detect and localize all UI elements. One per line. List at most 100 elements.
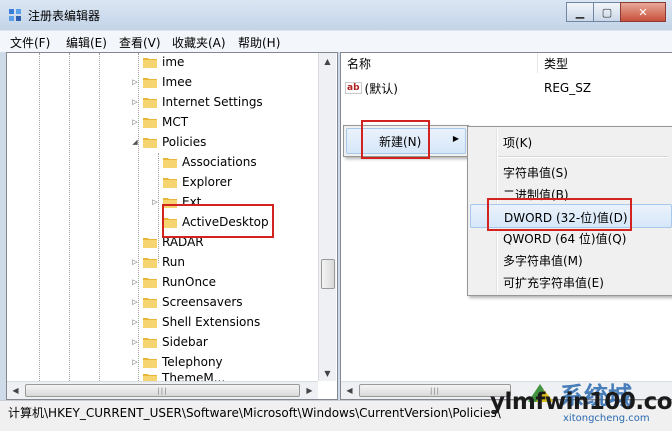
expand-arrow-icon[interactable]: ▷ — [131, 78, 139, 86]
submenu-item-label: 可扩充字符串值(E) — [503, 276, 604, 290]
tree-item-label: Shell Extensions — [162, 315, 261, 329]
window-controls: ▁ ▢ ✕ — [566, 2, 666, 22]
folder-icon — [143, 76, 157, 88]
submenu-item-key[interactable]: 项(K) — [470, 130, 670, 152]
expand-arrow-icon[interactable]: ▷ — [131, 98, 139, 106]
tree-item-associations[interactable]: Associations — [151, 152, 257, 172]
tree-item-label: Associations — [182, 155, 257, 169]
scroll-left-arrow-icon[interactable]: ◀ — [341, 382, 358, 398]
scroll-down-arrow-icon[interactable]: ▼ — [319, 365, 336, 381]
string-value-icon: ab — [345, 82, 362, 94]
folder-icon — [143, 236, 157, 248]
scroll-thumb[interactable] — [321, 259, 335, 289]
folder-icon — [163, 156, 177, 168]
tree-item-label: Sidebar — [162, 335, 208, 349]
tree-item-ime[interactable]: ime — [131, 52, 184, 72]
submenu-item-label: 多字符串值(M) — [503, 254, 583, 268]
folder-icon — [143, 56, 157, 68]
scroll-thumb[interactable]: ||| — [359, 384, 511, 397]
folder-icon — [143, 96, 157, 108]
tree-item-label: Telephony — [162, 355, 223, 369]
expand-arrow-icon[interactable]: ▷ — [131, 298, 139, 306]
menu-favorites[interactable]: 收藏夹(A) — [172, 34, 226, 51]
folder-icon — [143, 136, 157, 148]
value-name: (默认) — [364, 81, 398, 96]
tree-horizontal-scrollbar[interactable]: ◀ ||| ▶ — [7, 381, 318, 399]
maximize-button[interactable]: ▢ — [593, 2, 621, 22]
minimize-icon: ▁ — [575, 5, 585, 19]
column-header-type[interactable]: 类型 — [538, 53, 672, 73]
tree-item-label: Policies — [162, 135, 207, 149]
tree-guide-line — [69, 53, 70, 381]
tree-item-runonce[interactable]: ▷ RunOnce — [131, 272, 216, 292]
tree-item-label: ime — [162, 55, 185, 69]
title-bar: 注册表编辑器 ▁ ▢ ✕ — [0, 0, 672, 30]
annotation-box-dword — [487, 198, 632, 231]
watermark-text: ylmfwin100.com — [490, 389, 672, 415]
folder-icon — [143, 256, 157, 268]
folder-icon — [143, 356, 157, 368]
folder-icon — [143, 336, 157, 348]
folder-icon — [143, 116, 157, 128]
tree-item-explorer[interactable]: Explorer — [151, 172, 232, 192]
value-row-default[interactable]: ab (默认) — [345, 79, 398, 97]
scroll-up-arrow-icon[interactable]: ▲ — [319, 53, 336, 69]
tree-item-label: Internet Settings — [162, 95, 263, 109]
folder-icon — [143, 316, 157, 328]
tree-item-label: Run — [162, 255, 186, 269]
minimize-button[interactable]: ▁ — [566, 2, 594, 22]
expand-arrow-icon[interactable]: ▷ — [131, 318, 139, 326]
scroll-left-arrow-icon[interactable]: ◀ — [7, 382, 24, 398]
submenu-item-label: 项(K) — [503, 136, 533, 150]
menu-separator — [498, 156, 668, 158]
tree-item-screensavers[interactable]: ▷ Screensavers — [131, 292, 243, 312]
tree-vertical-scrollbar[interactable]: ▲ ▼ — [318, 53, 336, 381]
expand-arrow-icon[interactable]: ▷ — [151, 198, 159, 206]
menu-help[interactable]: 帮助(H) — [238, 34, 280, 51]
expand-arrow-icon[interactable]: ▷ — [131, 118, 139, 126]
tree-item-mct[interactable]: ▷ MCT — [131, 112, 188, 132]
column-name-label: 名称 — [347, 56, 372, 71]
tree-item-policies[interactable]: ◢ Policies — [131, 132, 206, 152]
tree-item-label: Screensavers — [162, 295, 243, 309]
expand-arrow-icon[interactable]: ▷ — [131, 358, 139, 366]
column-header-name[interactable]: 名称 — [341, 53, 538, 73]
menu-view[interactable]: 查看(V) — [119, 34, 161, 51]
window-title: 注册表编辑器 — [28, 9, 101, 23]
close-button[interactable]: ✕ — [620, 2, 666, 22]
menu-file[interactable]: 文件(F) — [10, 34, 50, 51]
tree-item-internet-settings[interactable]: ▷ Internet Settings — [131, 92, 263, 112]
tree-item-label: MCT — [162, 115, 189, 129]
tree-item-label: Explorer — [182, 175, 232, 189]
tree-item-shell-extensions[interactable]: ▷ Shell Extensions — [131, 312, 260, 332]
tree-guide-line — [39, 53, 40, 381]
scroll-right-arrow-icon[interactable]: ▶ — [301, 382, 318, 398]
folder-icon — [143, 296, 157, 308]
submenu-item-multi-string[interactable]: 多字符串值(M) — [470, 248, 670, 270]
registry-editor-icon — [9, 9, 21, 21]
tree-item-telephony[interactable]: ▷ Telephony — [131, 352, 223, 372]
scroll-thumb[interactable]: ||| — [25, 384, 300, 397]
status-path: 计算机\HKEY_CURRENT_USER\Software\Microsoft… — [8, 406, 501, 420]
tree-item-sidebar[interactable]: ▷ Sidebar — [131, 332, 208, 352]
expand-arrow-icon[interactable]: ▷ — [131, 258, 139, 266]
tree-item-run[interactable]: ▷ Run — [131, 252, 185, 272]
submenu-item-label: QWORD (64 位)值(Q) — [503, 232, 627, 246]
tree-item-label: RunOnce — [162, 275, 217, 289]
folder-icon — [163, 176, 177, 188]
tree-item-imee[interactable]: ▷ Imee — [131, 72, 192, 92]
menu-bar: 文件(F) 编辑(E) 查看(V) 收藏夹(A) 帮助(H) — [0, 30, 672, 52]
submenu-item-string[interactable]: 字符串值(S) — [470, 160, 670, 182]
column-type-label: 类型 — [544, 56, 569, 71]
watermark-subtext: xitongcheng.com — [563, 413, 650, 424]
menu-edit[interactable]: 编辑(E) — [66, 34, 107, 51]
value-type: REG_SZ — [544, 81, 592, 95]
tree-guide-line — [99, 53, 100, 381]
expand-arrow-icon[interactable]: ▷ — [131, 338, 139, 346]
collapse-arrow-icon[interactable]: ◢ — [131, 138, 139, 146]
submenu-item-expandable-string[interactable]: 可扩充字符串值(E) — [470, 270, 670, 292]
annotation-box-activedesktop — [162, 204, 274, 238]
folder-icon — [143, 276, 157, 288]
annotation-box-new — [361, 120, 430, 159]
expand-arrow-icon[interactable]: ▷ — [131, 278, 139, 286]
